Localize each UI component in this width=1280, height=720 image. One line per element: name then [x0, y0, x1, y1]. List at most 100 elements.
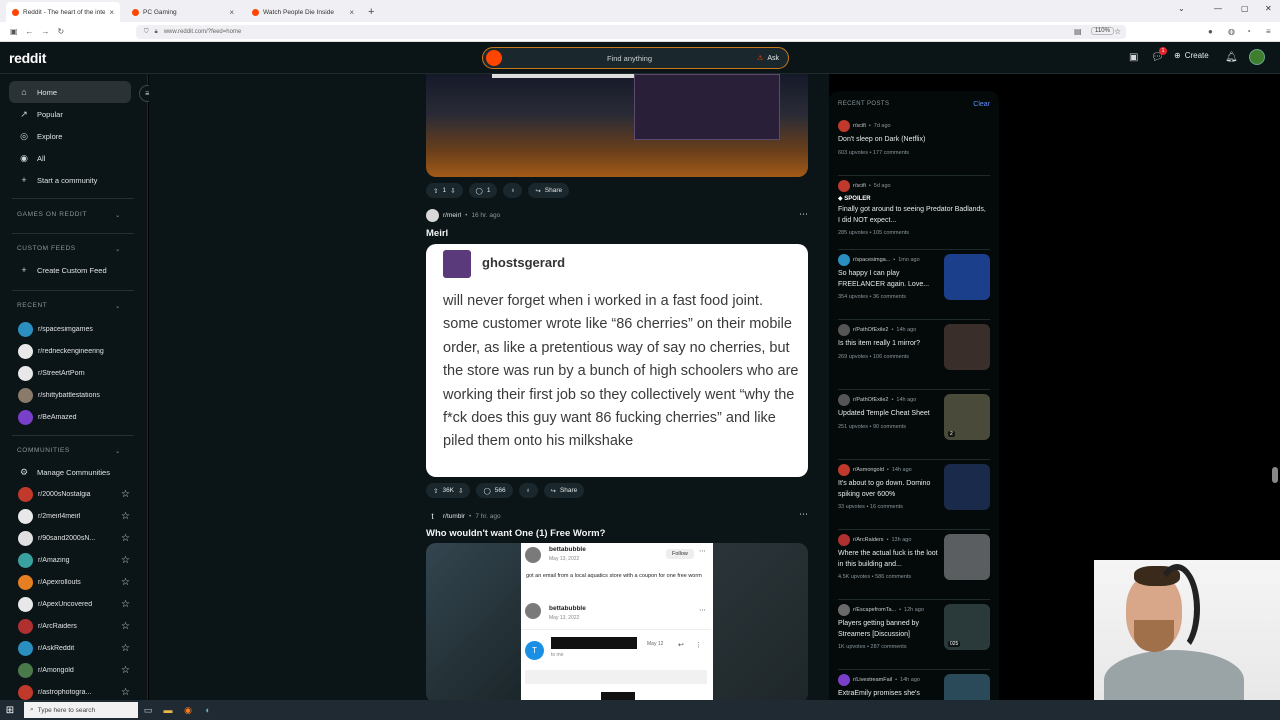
file-explorer-icon[interactable]: ▬ — [158, 705, 178, 715]
vote-control[interactable]: ⇧ 36K ⇩ — [426, 483, 471, 498]
custom-feeds-toggle[interactable]: CUSTOM FEEDS ⌄ — [17, 245, 121, 253]
reader-view-icon[interactable]: ▤ — [1074, 27, 1082, 36]
search-bar[interactable]: Find anything ⚠ Ask — [482, 47, 789, 69]
games-section-toggle[interactable]: GAMES ON REDDIT ⌄ — [17, 211, 121, 219]
upvote-icon[interactable]: ⇧ — [433, 487, 438, 495]
community-item[interactable]: r/ArcRaiders ☆ — [18, 617, 130, 635]
recent-post-item[interactable]: r/spacesimga... • 1mo ago So happy I can pl… — [838, 254, 990, 300]
close-tab-icon[interactable]: × — [349, 8, 354, 17]
menu-icon[interactable]: ≡ — [1266, 27, 1271, 36]
advertise-icon[interactable]: ▣ — [1129, 52, 1138, 63]
bookmark-star-icon[interactable]: ☆ — [1114, 27, 1121, 36]
sidebar-item-explore[interactable]: ◎ Explore — [9, 125, 131, 147]
more-options-icon[interactable]: ⋯ — [799, 209, 808, 220]
upvote-icon[interactable]: ⇧ — [433, 187, 438, 195]
star-icon[interactable]: ☆ — [121, 665, 130, 676]
recent-post-item[interactable]: r/PathOfExile2 • 14h ago Updated Temple Che… — [838, 394, 990, 440]
community-item[interactable]: r/astrophotogra... ☆ — [18, 683, 130, 700]
sidebar-item-home[interactable]: ⌂ Home — [9, 81, 131, 103]
minimize-button[interactable]: — — [1214, 4, 1222, 13]
user-avatar[interactable] — [1249, 49, 1265, 65]
share-button[interactable]: ↪ Share — [543, 483, 585, 498]
post-image[interactable]: ghostsgerard will never forget when i wo… — [426, 244, 808, 477]
recent-post-item[interactable]: r/scifi • 5d ago ◆ SPOILER Finally got aroun… — [838, 180, 990, 236]
recent-post-item[interactable]: r/EscapefromTa... • 12h ago Players getting… — [838, 604, 990, 650]
sidebar-item-all[interactable]: ◉ All — [9, 147, 131, 169]
create-custom-feed[interactable]: + Create Custom Feed — [9, 259, 131, 281]
star-icon[interactable]: ☆ — [121, 555, 130, 566]
close-window-button[interactable]: ✕ — [1265, 4, 1272, 13]
community-item[interactable]: r/AskReddit ☆ — [18, 639, 130, 657]
windows-start-icon[interactable]: ⊞ — [0, 705, 20, 716]
browser-tab-pc-gaming[interactable]: PC Gaming × — [126, 2, 240, 22]
manage-communities[interactable]: ⚙ Manage Communities — [9, 461, 131, 483]
subreddit-link[interactable]: r/meirl — [443, 212, 461, 219]
recent-community-item[interactable]: r/StreetArtPorn — [18, 364, 130, 382]
zoom-level[interactable]: 110% — [1091, 27, 1114, 35]
post-title[interactable]: Meirl — [426, 228, 448, 239]
comments-button[interactable]: ◯ 566 — [476, 483, 513, 498]
tab-list-icon[interactable]: ⌄ — [1178, 4, 1185, 13]
extension-icon[interactable]: ◔ — [1246, 27, 1251, 36]
recent-community-item[interactable]: r/BeAmazed — [18, 408, 130, 426]
close-tab-icon[interactable]: × — [229, 8, 234, 17]
community-item[interactable]: r/2000sNostalgia ☆ — [18, 485, 130, 503]
share-button[interactable]: ↪ Share — [528, 183, 570, 198]
star-icon[interactable]: ☆ — [121, 489, 130, 500]
tumblr-icon[interactable]: t — [426, 510, 439, 523]
maximize-button[interactable]: ▢ — [1241, 4, 1249, 13]
recent-community-item[interactable]: r/redneckengineering — [18, 342, 130, 360]
community-item[interactable]: r/2meirl4meirl ☆ — [18, 507, 130, 525]
community-item[interactable]: r/Amongold ☆ — [18, 661, 130, 679]
taskbar-search[interactable]: ⌕ Type here to search — [24, 702, 138, 718]
close-tab-icon[interactable]: × — [109, 8, 114, 17]
browser-nav-icons[interactable]: ▣←→↻ — [10, 27, 72, 36]
more-options-icon[interactable]: ⋯ — [799, 509, 808, 520]
recent-post-item[interactable]: r/LivestreamFail • 14h ago ExtraEmily promi… — [838, 674, 990, 700]
ask-button[interactable]: ⚠ Ask — [757, 54, 779, 63]
star-icon[interactable]: ☆ — [121, 643, 130, 654]
community-item[interactable]: r/90sand2000sN... ☆ — [18, 529, 130, 547]
steam-icon[interactable]: ◐ — [198, 705, 218, 715]
browser-tab-watch-people[interactable]: Watch People Die Inside × — [246, 2, 360, 22]
recent-post-item[interactable]: r/ArcRaiders • 13h ago Where the actual fuc… — [838, 534, 990, 580]
recent-post-item[interactable]: r/Asmongold • 14h ago It's about to go down… — [838, 464, 990, 510]
post-image[interactable]: bettabubble May 13, 2022 Follow ⋯ got an… — [426, 543, 808, 700]
clear-button[interactable]: Clear — [973, 101, 990, 108]
task-view-icon[interactable]: ▭ — [138, 705, 158, 716]
community-item[interactable]: r/Apexrollouts ☆ — [18, 573, 130, 591]
downvote-icon[interactable]: ⇩ — [458, 487, 463, 495]
recent-section-toggle[interactable]: RECENT ⌄ — [17, 302, 121, 310]
reddit-logo[interactable]: reddit — [9, 50, 46, 66]
create-button[interactable]: ⊕ Create — [1174, 51, 1209, 60]
subreddit-avatar[interactable] — [426, 209, 439, 222]
recent-community-item[interactable]: r/spacesimgames — [18, 320, 130, 338]
new-tab-button[interactable]: + — [368, 6, 374, 18]
downvote-icon[interactable]: ⇩ — [450, 187, 455, 195]
star-icon[interactable]: ☆ — [121, 621, 130, 632]
recent-community-item[interactable]: r/shittybattlestations — [18, 386, 130, 404]
bell-icon[interactable]: 🔔︎ — [1225, 52, 1238, 63]
extension-icon[interactable]: ● — [1208, 27, 1213, 36]
comments-button[interactable]: ◯ 1 — [468, 183, 498, 198]
star-icon[interactable]: ☆ — [121, 533, 130, 544]
extension-icon[interactable]: ◍ — [1228, 27, 1235, 36]
award-button[interactable]: ♁ — [503, 183, 523, 198]
community-item[interactable]: r/Amazing ☆ — [18, 551, 130, 569]
sidebar-item-popular[interactable]: ↗ Popular — [9, 103, 131, 125]
recent-post-item[interactable]: r/scifi • 7d ago Don't sleep on Dark (Netfl… — [838, 120, 990, 156]
star-icon[interactable]: ☆ — [121, 687, 130, 698]
recent-post-item[interactable]: r/PathOfExile2 • 14h ago Is this item reall… — [838, 324, 990, 370]
firefox-icon[interactable]: ◉ — [178, 705, 198, 716]
post-image[interactable] — [426, 74, 808, 177]
star-icon[interactable]: ☆ — [121, 511, 130, 522]
star-icon[interactable]: ☆ — [121, 577, 130, 588]
community-item[interactable]: r/ApexUncovered ☆ — [18, 595, 130, 613]
address-bar[interactable]: ⛉ 🔒︎ www.reddit.com/?feed=home — [136, 25, 1126, 39]
communities-section-toggle[interactable]: COMMUNITIES ⌄ — [17, 447, 121, 455]
award-button[interactable]: ♁ — [518, 483, 538, 498]
star-icon[interactable]: ☆ — [121, 599, 130, 610]
browser-tab-reddit[interactable]: Reddit - The heart of the intern × — [6, 2, 120, 22]
sidebar-item-start-community[interactable]: + Start a community — [9, 169, 131, 191]
post-title[interactable]: Who wouldn't want One (1) Free Worm? — [426, 528, 605, 539]
